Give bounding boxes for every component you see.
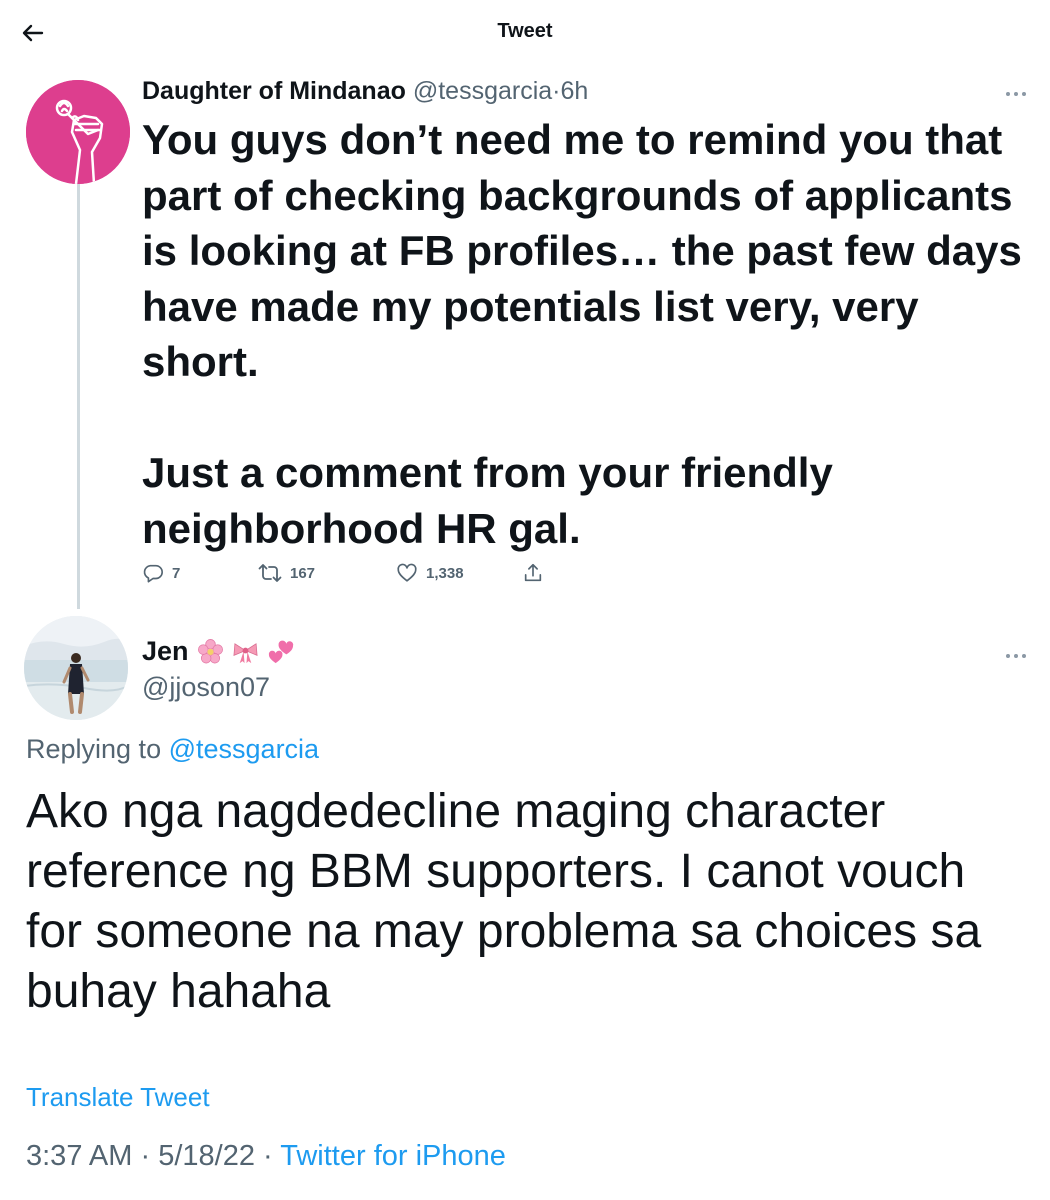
retweet-button[interactable]: 167 bbox=[258, 562, 315, 584]
like-button[interactable]: 1,338 bbox=[396, 562, 464, 584]
share-icon bbox=[524, 563, 542, 582]
cherry-blossom-emoji bbox=[197, 639, 223, 664]
tweet-text: Ako nga nagdedecline maging character re… bbox=[26, 785, 982, 1018]
separator-dot: · bbox=[140, 1140, 151, 1172]
ribbon-emoji bbox=[233, 643, 258, 664]
more-options-button[interactable] bbox=[1004, 86, 1028, 96]
raised-fist-with-rose-icon bbox=[26, 80, 130, 184]
more-options-button[interactable] bbox=[1004, 648, 1028, 658]
separator-dot: · bbox=[263, 1140, 273, 1172]
translate-tweet-link[interactable]: Translate Tweet bbox=[26, 1082, 210, 1113]
beach-photo-avatar bbox=[24, 616, 128, 720]
replying-to-line: Replying to @tessgarcia bbox=[26, 734, 319, 765]
tweet-source-link[interactable]: Twitter for iPhone bbox=[280, 1140, 506, 1172]
tweet-header: Daughter of Mindanao @tessgarcia·6h bbox=[142, 77, 588, 106]
reply-count: 7 bbox=[172, 564, 181, 582]
tweet-time[interactable]: 3:37 AM bbox=[26, 1140, 132, 1172]
separator-dot: · bbox=[552, 77, 561, 105]
author-handle[interactable]: @tessgarcia bbox=[413, 77, 552, 105]
reply-author-row: Jen bbox=[142, 636, 294, 667]
avatar[interactable] bbox=[24, 616, 128, 720]
reply-button[interactable]: 7 bbox=[142, 562, 180, 584]
tweet-text: You guys don’t need me to remind you tha… bbox=[142, 116, 1022, 552]
page-title: Tweet bbox=[497, 20, 553, 42]
thread-connector-line bbox=[77, 184, 80, 609]
more-horizontal-icon bbox=[1006, 92, 1026, 96]
avatar[interactable] bbox=[26, 80, 130, 184]
share-button[interactable] bbox=[522, 562, 544, 584]
two-hearts-emoji bbox=[268, 640, 293, 664]
heart-icon bbox=[397, 563, 417, 582]
replying-to-label: Replying to bbox=[26, 734, 162, 764]
retweet-count: 167 bbox=[290, 564, 316, 582]
top-bar: Tweet bbox=[0, 0, 1050, 64]
like-count: 1,338 bbox=[426, 564, 464, 582]
author-name[interactable]: Jen bbox=[142, 636, 189, 667]
retweet-icon bbox=[258, 564, 282, 582]
replying-to-handle-link[interactable]: @tessgarcia bbox=[169, 734, 319, 764]
tweet-time[interactable]: 6h bbox=[561, 77, 589, 105]
author-name[interactable]: Daughter of Mindanao bbox=[142, 77, 406, 105]
more-horizontal-icon bbox=[1006, 654, 1026, 658]
author-handle[interactable]: @jjoson07 bbox=[142, 672, 270, 703]
tweet-meta: 3:37 AM · 5/18/22 · Twitter for iPhone bbox=[26, 1140, 506, 1173]
tweet-date[interactable]: 5/18/22 bbox=[158, 1140, 255, 1172]
reply-icon bbox=[143, 564, 163, 583]
